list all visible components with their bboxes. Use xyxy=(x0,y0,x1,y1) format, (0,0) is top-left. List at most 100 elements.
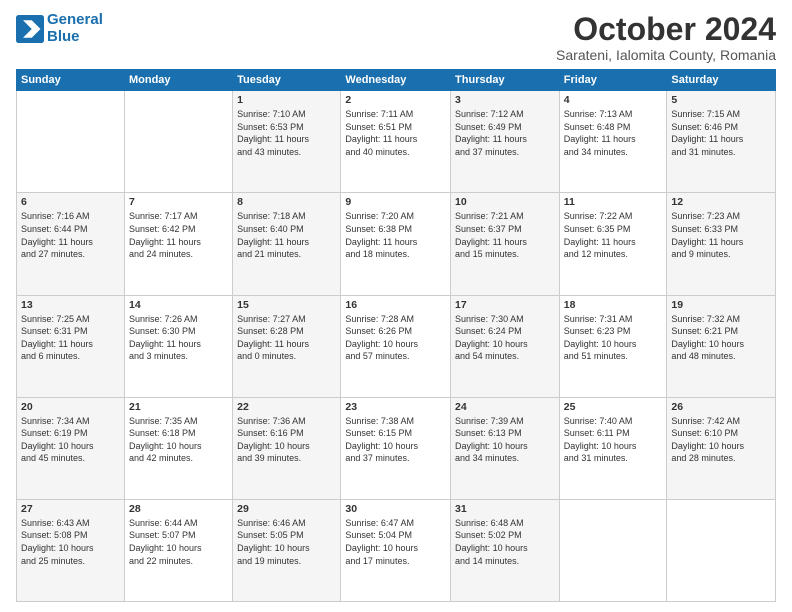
calendar-day-cell: 4Sunrise: 7:13 AM Sunset: 6:48 PM Daylig… xyxy=(559,91,667,193)
day-info: Sunrise: 7:12 AM Sunset: 6:49 PM Dayligh… xyxy=(455,108,555,158)
calendar-day-cell: 7Sunrise: 7:17 AM Sunset: 6:42 PM Daylig… xyxy=(124,193,232,295)
weekday-header: Friday xyxy=(559,70,667,91)
day-info: Sunrise: 7:28 AM Sunset: 6:26 PM Dayligh… xyxy=(345,313,446,363)
day-info: Sunrise: 6:44 AM Sunset: 5:07 PM Dayligh… xyxy=(129,517,228,567)
calendar-day-cell: 22 Sunrise: 7:36 AM Sunset: 6:16 PM Dayli… xyxy=(233,397,341,499)
day-number: 17 xyxy=(455,299,555,311)
calendar-day-cell: 29 Sunrise: 6:46 AM Sunset: 5:05 PM Dayli… xyxy=(233,499,341,601)
day-info: Sunrise: 7:31 AM Sunset: 6:23 PM Dayligh… xyxy=(564,313,663,363)
weekday-header: Tuesday xyxy=(233,70,341,91)
day-info: Sunrise: 7:21 AM Sunset: 6:37 PM Dayligh… xyxy=(455,210,555,260)
day-number: 28 xyxy=(129,503,228,515)
day-number: 20 xyxy=(21,401,120,413)
day-number: 14 xyxy=(129,299,228,311)
calendar-week-row: 6Sunrise: 7:16 AM Sunset: 6:44 PM Daylig… xyxy=(17,193,776,295)
day-number: 4 xyxy=(564,94,663,106)
calendar-table: SundayMondayTuesdayWednesdayThursdayFrid… xyxy=(16,69,776,602)
day-info: Sunrise: 7:32 AM Sunset: 6:21 PM Dayligh… xyxy=(671,313,771,363)
calendar-week-row: 20 Sunrise: 7:34 AM Sunset: 6:19 PM Dayli… xyxy=(17,397,776,499)
calendar-day-cell: 17 Sunrise: 7:30 AM Sunset: 6:24 PM Dayli… xyxy=(451,295,560,397)
weekday-header: Saturday xyxy=(667,70,776,91)
calendar-day-cell: 6Sunrise: 7:16 AM Sunset: 6:44 PM Daylig… xyxy=(17,193,125,295)
calendar-subtitle: Sarateni, Ialomita County, Romania xyxy=(556,47,776,63)
calendar-day-cell: 16Sunrise: 7:28 AM Sunset: 6:26 PM Dayli… xyxy=(341,295,451,397)
day-number: 21 xyxy=(129,401,228,413)
day-number: 10 xyxy=(455,196,555,208)
day-number: 19 xyxy=(671,299,771,311)
calendar-day-cell: 11 Sunrise: 7:22 AM Sunset: 6:35 PM Dayli… xyxy=(559,193,667,295)
day-info: Sunrise: 7:10 AM Sunset: 6:53 PM Dayligh… xyxy=(237,108,336,158)
day-info: Sunrise: 6:43 AM Sunset: 5:08 PM Dayligh… xyxy=(21,517,120,567)
calendar-day-cell: 25Sunrise: 7:40 AM Sunset: 6:11 PM Dayli… xyxy=(559,397,667,499)
logo-line2: Blue xyxy=(47,28,80,45)
day-info: Sunrise: 7:18 AM Sunset: 6:40 PM Dayligh… xyxy=(237,210,336,260)
day-number: 29 xyxy=(237,503,336,515)
day-info: Sunrise: 7:11 AM Sunset: 6:51 PM Dayligh… xyxy=(345,108,446,158)
day-number: 12 xyxy=(671,196,771,208)
day-info: Sunrise: 7:16 AM Sunset: 6:44 PM Dayligh… xyxy=(21,210,120,260)
logo-line1: General xyxy=(47,11,103,28)
calendar-day-cell: 12 Sunrise: 7:23 AM Sunset: 6:33 PM Dayli… xyxy=(667,193,776,295)
calendar-day-cell: 31 Sunrise: 6:48 AM Sunset: 5:02 PM Dayli… xyxy=(451,499,560,601)
calendar-day-cell: 26 Sunrise: 7:42 AM Sunset: 6:10 PM Dayli… xyxy=(667,397,776,499)
calendar-week-row: 27 Sunrise: 6:43 AM Sunset: 5:08 PM Dayli… xyxy=(17,499,776,601)
title-block: October 2024 Sarateni, Ialomita County, … xyxy=(556,12,776,63)
day-number: 24 xyxy=(455,401,555,413)
calendar-day-cell: 10 Sunrise: 7:21 AM Sunset: 6:37 PM Dayli… xyxy=(451,193,560,295)
day-number: 30 xyxy=(345,503,446,515)
day-number: 25 xyxy=(564,401,663,413)
calendar-day-cell: 23 Sunrise: 7:38 AM Sunset: 6:15 PM Dayli… xyxy=(341,397,451,499)
calendar-day-cell xyxy=(559,499,667,601)
page: General Blue October 2024 Sarateni, Ialo… xyxy=(0,0,792,612)
day-info: Sunrise: 7:42 AM Sunset: 6:10 PM Dayligh… xyxy=(671,415,771,465)
day-info: Sunrise: 7:22 AM Sunset: 6:35 PM Dayligh… xyxy=(564,210,663,260)
day-info: Sunrise: 7:36 AM Sunset: 6:16 PM Dayligh… xyxy=(237,415,336,465)
day-number: 13 xyxy=(21,299,120,311)
day-number: 31 xyxy=(455,503,555,515)
calendar-day-cell: 5Sunrise: 7:15 AM Sunset: 6:46 PM Daylig… xyxy=(667,91,776,193)
day-info: Sunrise: 7:30 AM Sunset: 6:24 PM Dayligh… xyxy=(455,313,555,363)
day-info: Sunrise: 7:25 AM Sunset: 6:31 PM Dayligh… xyxy=(21,313,120,363)
day-info: Sunrise: 7:38 AM Sunset: 6:15 PM Dayligh… xyxy=(345,415,446,465)
calendar-day-cell: 20 Sunrise: 7:34 AM Sunset: 6:19 PM Dayli… xyxy=(17,397,125,499)
calendar-day-cell xyxy=(17,91,125,193)
weekday-header: Monday xyxy=(124,70,232,91)
weekday-header: Sunday xyxy=(17,70,125,91)
weekday-header: Wednesday xyxy=(341,70,451,91)
day-number: 8 xyxy=(237,196,336,208)
day-number: 23 xyxy=(345,401,446,413)
day-number: 22 xyxy=(237,401,336,413)
day-info: Sunrise: 7:34 AM Sunset: 6:19 PM Dayligh… xyxy=(21,415,120,465)
logo-icon xyxy=(16,15,44,43)
calendar-day-cell: 30Sunrise: 6:47 AM Sunset: 5:04 PM Dayli… xyxy=(341,499,451,601)
calendar-day-cell xyxy=(667,499,776,601)
calendar-day-cell: 18Sunrise: 7:31 AM Sunset: 6:23 PM Dayli… xyxy=(559,295,667,397)
calendar-day-cell: 3Sunrise: 7:12 AM Sunset: 6:49 PM Daylig… xyxy=(451,91,560,193)
day-info: Sunrise: 6:48 AM Sunset: 5:02 PM Dayligh… xyxy=(455,517,555,567)
day-info: Sunrise: 7:27 AM Sunset: 6:28 PM Dayligh… xyxy=(237,313,336,363)
day-number: 15 xyxy=(237,299,336,311)
calendar-week-row: 13 Sunrise: 7:25 AM Sunset: 6:31 PM Dayli… xyxy=(17,295,776,397)
logo-text: General Blue xyxy=(47,12,103,45)
calendar-day-cell: 2 Sunrise: 7:11 AM Sunset: 6:51 PM Daylig… xyxy=(341,91,451,193)
calendar-day-cell: 28 Sunrise: 6:44 AM Sunset: 5:07 PM Dayli… xyxy=(124,499,232,601)
day-number: 11 xyxy=(564,196,663,208)
day-number: 27 xyxy=(21,503,120,515)
day-number: 26 xyxy=(671,401,771,413)
calendar-day-cell: 19 Sunrise: 7:32 AM Sunset: 6:21 PM Dayli… xyxy=(667,295,776,397)
day-number: 1 xyxy=(237,94,336,106)
calendar-day-cell xyxy=(124,91,232,193)
calendar-day-cell: 13 Sunrise: 7:25 AM Sunset: 6:31 PM Dayli… xyxy=(17,295,125,397)
weekday-header-row: SundayMondayTuesdayWednesdayThursdayFrid… xyxy=(17,70,776,91)
calendar-day-cell: 24 Sunrise: 7:39 AM Sunset: 6:13 PM Dayli… xyxy=(451,397,560,499)
day-info: Sunrise: 7:39 AM Sunset: 6:13 PM Dayligh… xyxy=(455,415,555,465)
calendar-day-cell: 27 Sunrise: 6:43 AM Sunset: 5:08 PM Dayli… xyxy=(17,499,125,601)
day-info: Sunrise: 7:15 AM Sunset: 6:46 PM Dayligh… xyxy=(671,108,771,158)
day-info: Sunrise: 6:46 AM Sunset: 5:05 PM Dayligh… xyxy=(237,517,336,567)
day-number: 2 xyxy=(345,94,446,106)
calendar-day-cell: 14Sunrise: 7:26 AM Sunset: 6:30 PM Dayli… xyxy=(124,295,232,397)
header: General Blue October 2024 Sarateni, Ialo… xyxy=(16,12,776,63)
day-info: Sunrise: 7:23 AM Sunset: 6:33 PM Dayligh… xyxy=(671,210,771,260)
day-info: Sunrise: 7:20 AM Sunset: 6:38 PM Dayligh… xyxy=(345,210,446,260)
calendar-title: October 2024 xyxy=(556,12,776,47)
